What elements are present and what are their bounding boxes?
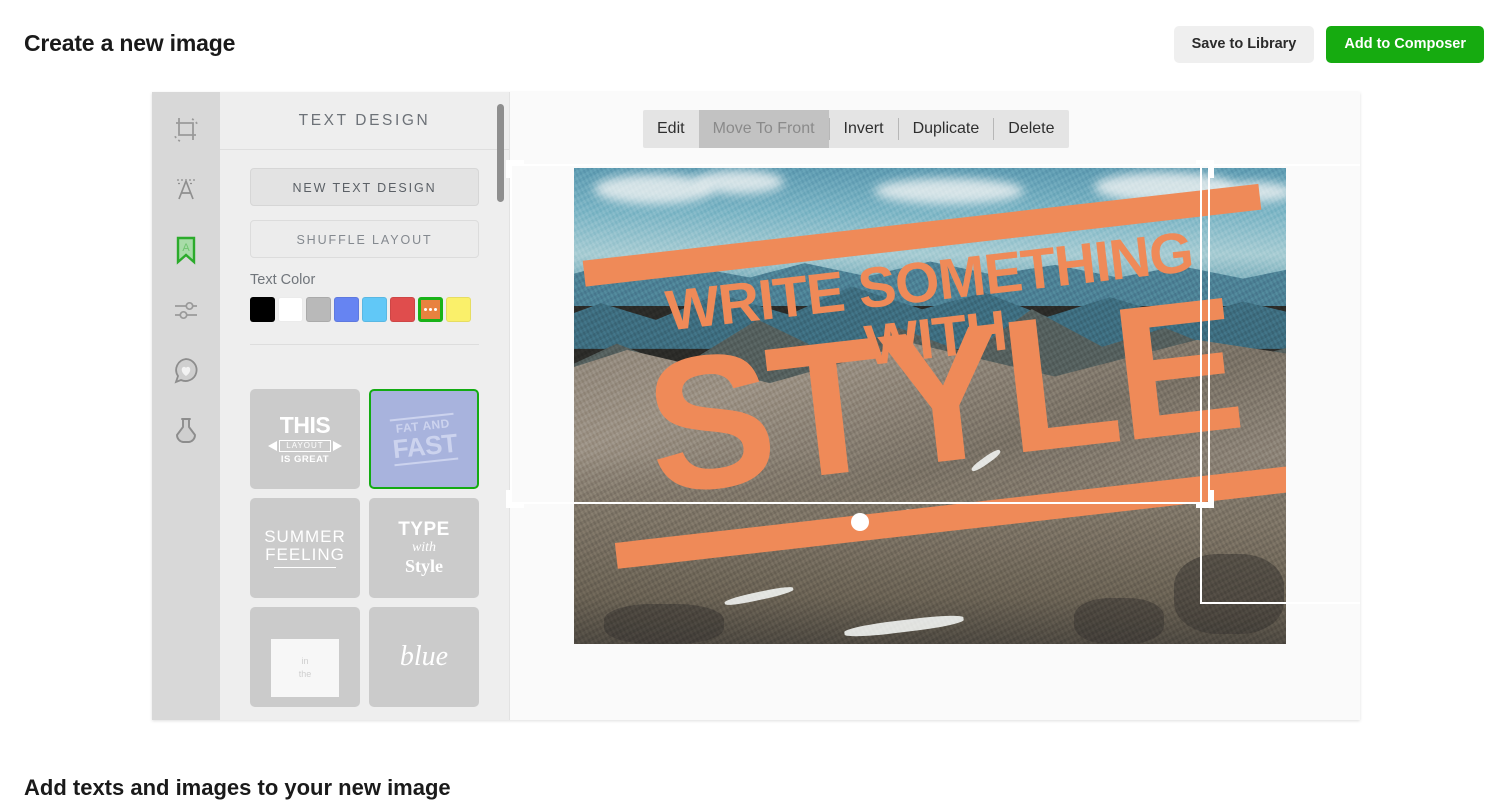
context-menu-item-duplicate[interactable]: Duplicate — [899, 110, 994, 148]
svg-text:A: A — [182, 242, 190, 254]
new-text-design-button[interactable]: NEW TEXT DESIGN — [250, 168, 479, 206]
filter-icon — [171, 415, 201, 445]
text-color-swatches — [250, 297, 479, 322]
crop-icon — [171, 115, 201, 145]
more-colors-icon — [421, 300, 440, 319]
text-icon — [171, 175, 201, 205]
panel-body: NEW TEXT DESIGN SHUFFLE LAYOUT Text Colo… — [220, 150, 509, 345]
template-list-scrollbar[interactable] — [497, 104, 504, 202]
context-menu-item-move-to-front[interactable]: Move To Front — [698, 110, 829, 148]
thumb-card: in the — [271, 639, 339, 697]
canvas-stage[interactable]: WRITE SOMETHING WITH STYLE Edit Move To … — [506, 92, 1360, 720]
thumb-line-1: SUMMER — [264, 526, 346, 546]
swatch-blue[interactable] — [334, 297, 359, 322]
photo-grain — [574, 168, 1286, 644]
save-to-library-button[interactable]: Save to Library — [1173, 26, 1315, 63]
shuffle-layout-button[interactable]: SHUFFLE LAYOUT — [250, 220, 479, 258]
add-to-composer-button[interactable]: Add to Composer — [1326, 26, 1484, 63]
page-title: Create a new image — [24, 30, 236, 56]
template-list: THIS LAYOUT IS GREAT FAT AND FAST SUMMER… — [220, 377, 510, 720]
thumb-line-1: blue — [399, 641, 449, 673]
template-thumb-fat-and-fast[interactable]: FAT AND FAST — [369, 389, 479, 489]
template-thumb-in-the-box[interactable]: in the — [250, 607, 360, 707]
rotate-handle[interactable] — [851, 513, 869, 531]
image-editor: A TEXT DESIGN NEW TEXT DESIGN SHUFFLE LA… — [152, 92, 1360, 720]
swatch-gray[interactable] — [306, 297, 331, 322]
swatch-red[interactable] — [390, 297, 415, 322]
layer-context-menu: Edit Move To Front Invert Duplicate Dele… — [643, 110, 1069, 148]
thumb-line-2: the — [298, 669, 312, 679]
canvas-image[interactable]: WRITE SOMETHING WITH STYLE — [574, 168, 1286, 644]
thumb-line-3: Style — [405, 555, 443, 576]
thumb-line-2: FEELING — [265, 544, 345, 564]
tool-filter[interactable] — [152, 400, 220, 460]
page-header: Create a new image Save to Library Add t… — [0, 0, 1508, 88]
tool-rail: A — [152, 92, 220, 720]
context-menu-item-delete[interactable]: Delete — [994, 110, 1068, 148]
header-actions: Save to Library Add to Composer — [1173, 26, 1484, 63]
thumb-line-3: IS GREAT — [280, 454, 330, 466]
text-design-icon: A — [171, 234, 201, 266]
thumb-line-2: FAST — [391, 427, 459, 466]
panel-divider — [250, 344, 479, 345]
tool-text-design[interactable]: A — [152, 220, 220, 280]
template-thumb-this-layout-is-great[interactable]: THIS LAYOUT IS GREAT — [250, 389, 360, 489]
thumb-line-2: with — [411, 540, 437, 556]
text-color-label: Text Color — [250, 272, 316, 288]
text-design-panel: TEXT DESIGN NEW TEXT DESIGN SHUFFLE LAYO… — [220, 92, 510, 720]
thumb-underline — [274, 567, 336, 569]
swatch-white[interactable] — [278, 297, 303, 322]
tool-adjust[interactable] — [152, 280, 220, 340]
thumb-line-1: in — [301, 655, 309, 666]
context-menu-item-edit[interactable]: Edit — [643, 110, 699, 148]
thumb-line-1: THIS — [279, 411, 331, 438]
swatch-yellow[interactable] — [446, 297, 471, 322]
tool-sticker[interactable] — [152, 340, 220, 400]
thumb-line-1: TYPE — [398, 519, 450, 541]
template-thumb-type-with-style[interactable]: TYPE with Style — [369, 498, 479, 598]
context-menu-item-invert[interactable]: Invert — [830, 110, 898, 148]
thumb-line-2: LAYOUT — [279, 439, 331, 453]
tool-crop[interactable] — [152, 100, 220, 160]
swatch-sky[interactable] — [362, 297, 387, 322]
swatch-orange-selected[interactable] — [418, 297, 443, 322]
swatch-black[interactable] — [250, 297, 275, 322]
ribbon: LAYOUT — [268, 437, 342, 455]
panel-heading: TEXT DESIGN — [220, 92, 509, 150]
template-thumb-summer-feeling[interactable]: SUMMER FEELING — [250, 498, 360, 598]
tool-text[interactable] — [152, 160, 220, 220]
adjust-icon — [171, 295, 201, 325]
sticker-icon — [171, 355, 201, 385]
template-thumb-blue[interactable]: blue — [369, 607, 479, 707]
section-title-add-texts: Add texts and images to your new image — [24, 775, 451, 800]
